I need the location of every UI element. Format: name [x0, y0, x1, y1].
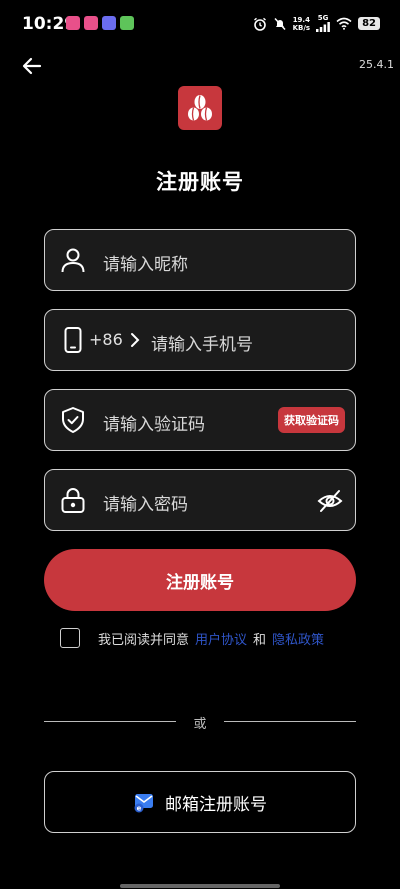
signal-bars-icon	[316, 22, 330, 32]
privacy-policy-link[interactable]: 隐私政策	[272, 629, 324, 648]
wifi-icon	[336, 17, 352, 30]
email-register-label: 邮箱注册账号	[165, 794, 267, 815]
agreement-and: 和	[253, 632, 267, 648]
net-speed-unit: KB/s	[292, 23, 311, 32]
notification-app-icon	[102, 16, 116, 30]
phone-icon	[64, 327, 82, 353]
alarm-icon	[253, 17, 266, 31]
app-logo	[178, 86, 222, 130]
verification-code-field[interactable]: 请输入验证码 获取验证码	[44, 389, 356, 451]
get-code-button[interactable]: 获取验证码	[278, 407, 345, 433]
lock-icon	[61, 488, 85, 513]
chevron-right-icon[interactable]	[129, 331, 141, 349]
back-arrow-icon[interactable]	[20, 54, 44, 78]
email-register-button[interactable]: e 邮箱注册账号	[44, 771, 356, 833]
nickname-field[interactable]: 请输入昵称	[44, 229, 356, 291]
user-icon	[61, 248, 85, 273]
agreement-text: 我已阅读并同意	[98, 632, 190, 648]
nickname-placeholder: 请输入昵称	[103, 255, 188, 275]
network-type: 5G	[317, 14, 329, 22]
status-bar: 10:29 19.4 KB/s 5G 82	[0, 0, 400, 48]
or-divider-text: 或	[193, 717, 207, 732]
cell-signal: 5G	[316, 15, 330, 32]
user-agreement-link[interactable]: 用户协议	[195, 629, 247, 648]
eye-off-icon[interactable]	[317, 488, 343, 514]
mail-icon: e	[134, 794, 153, 813]
net-speed: 19.4 KB/s	[293, 16, 310, 32]
code-placeholder: 请输入验证码	[103, 415, 205, 435]
status-indicators: 19.4 KB/s 5G 82	[253, 15, 380, 32]
home-indicator[interactable]	[120, 884, 280, 888]
phone-field[interactable]: +86 请输入手机号	[44, 309, 356, 371]
phone-placeholder: 请输入手机号	[151, 335, 253, 355]
mute-icon	[274, 17, 286, 30]
notification-icons	[66, 16, 134, 30]
coffee-beans-icon	[188, 95, 212, 121]
page-title: 注册账号	[156, 170, 244, 194]
notification-app-icon	[84, 16, 98, 30]
register-button[interactable]: 注册账号	[44, 549, 356, 611]
country-code-selector[interactable]: +86	[89, 330, 123, 349]
notification-app-icon	[120, 16, 134, 30]
agreement-checkbox[interactable]	[60, 628, 80, 648]
divider-right	[224, 721, 356, 722]
net-speed-value: 19.4	[292, 15, 310, 24]
shield-check-icon	[62, 407, 84, 433]
notification-app-icon	[66, 16, 80, 30]
battery-indicator: 82	[358, 17, 380, 30]
svg-text:e: e	[137, 805, 142, 813]
password-placeholder: 请输入密码	[103, 495, 188, 515]
app-version: 25.4.1	[359, 58, 394, 71]
agreement-row: 我已阅读并同意 用户协议 和 隐私政策	[60, 627, 324, 649]
password-field[interactable]: 请输入密码	[44, 469, 356, 531]
